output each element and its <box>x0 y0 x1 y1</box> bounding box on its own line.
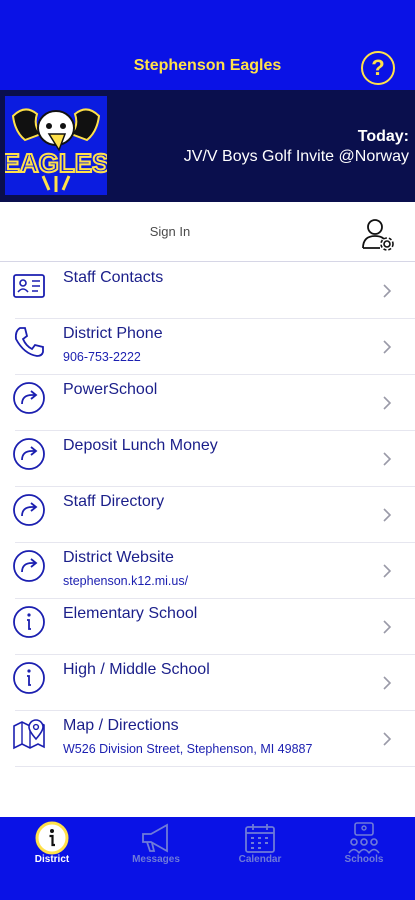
link-arrow-icon <box>13 550 45 582</box>
tab-schools[interactable]: Schools <box>312 817 415 900</box>
app-title: Stephenson Eagles <box>133 57 282 74</box>
today-event[interactable]: JV/V Boys Golf Invite @Norway <box>184 148 409 166</box>
chevron-right-icon <box>383 564 392 578</box>
menu-item-label: PowerSchool <box>63 381 158 398</box>
info-icon <box>35 821 69 855</box>
menu-item-label: District Website <box>63 549 174 566</box>
divider <box>15 766 415 767</box>
info-icon <box>13 662 45 694</box>
menu-item-deposit-lunch-money[interactable]: Deposit Lunch Money <box>0 431 415 487</box>
link-arrow-icon <box>13 382 45 414</box>
sign-in-row[interactable]: Sign In <box>0 202 415 262</box>
menu-item-label: Deposit Lunch Money <box>63 437 218 454</box>
megaphone-icon <box>142 823 168 853</box>
tab-label: District <box>34 854 70 865</box>
today-banner: EAGLES Today: JV/V Boys Golf Invite @Nor… <box>0 90 415 202</box>
tab-label: Schools <box>344 854 384 865</box>
user-settings-icon[interactable] <box>361 217 395 251</box>
chevron-right-icon <box>383 396 392 410</box>
eagles-logo: EAGLES <box>2 96 110 195</box>
menu-item-label: Staff Directory <box>63 493 165 510</box>
eagle-mascot-icon: EAGLES <box>2 96 110 195</box>
menu-item-elementary-school[interactable]: Elementary School <box>0 599 415 655</box>
today-label: Today: <box>357 128 409 145</box>
info-icon <box>13 606 45 638</box>
contact-card-icon <box>13 274 45 298</box>
menu-item-label: District Phone <box>63 325 163 342</box>
help-button[interactable]: ? <box>361 51 395 85</box>
menu-item-label: Map / Directions <box>63 717 179 734</box>
phone-number[interactable]: 906-753-2222 <box>63 350 141 364</box>
sign-in-label[interactable]: Sign In <box>0 224 340 239</box>
address-text[interactable]: W526 Division Street, Stephenson, MI 498… <box>63 742 312 756</box>
chevron-right-icon <box>383 452 392 466</box>
schools-icon <box>348 822 380 854</box>
map-pin-icon <box>13 719 45 750</box>
chevron-right-icon <box>383 620 392 634</box>
chevron-right-icon <box>383 340 392 354</box>
menu-item-label: High / Middle School <box>63 661 210 678</box>
menu-item-staff-directory[interactable]: Staff Directory <box>0 487 415 543</box>
menu-item-staff-contacts[interactable]: Staff Contacts <box>0 263 415 319</box>
tab-label: Calendar <box>238 854 282 865</box>
menu-item-high-middle-school[interactable]: High / Middle School <box>0 655 415 711</box>
bottom-tab-bar: District Messages Calendar Schools <box>0 817 415 900</box>
app-header: Stephenson Eagles ? <box>0 0 415 90</box>
tab-messages[interactable]: Messages <box>104 817 208 900</box>
link-arrow-icon <box>13 438 45 470</box>
menu-item-map-directions[interactable]: Map / Directions W526 Division Street, S… <box>0 711 415 767</box>
tab-label: Messages <box>132 854 180 865</box>
chevron-right-icon <box>383 284 392 298</box>
menu-item-label: Staff Contacts <box>63 269 164 286</box>
calendar-icon <box>245 824 275 853</box>
menu-item-powerschool[interactable]: PowerSchool <box>0 375 415 431</box>
tab-calendar[interactable]: Calendar <box>208 817 312 900</box>
phone-icon <box>14 327 44 357</box>
menu-item-district-website[interactable]: District Website stephenson.k12.mi.us/ <box>0 543 415 599</box>
menu-item-label: Elementary School <box>63 605 198 622</box>
logo-lettering: EAGLES <box>5 148 107 178</box>
chevron-right-icon <box>383 508 392 522</box>
link-arrow-icon <box>13 494 45 526</box>
chevron-right-icon <box>383 676 392 690</box>
chevron-right-icon <box>383 732 392 746</box>
website-url[interactable]: stephenson.k12.mi.us/ <box>63 574 188 588</box>
menu-item-district-phone[interactable]: District Phone 906-753-2222 <box>0 319 415 375</box>
tab-district[interactable]: District <box>0 817 104 900</box>
